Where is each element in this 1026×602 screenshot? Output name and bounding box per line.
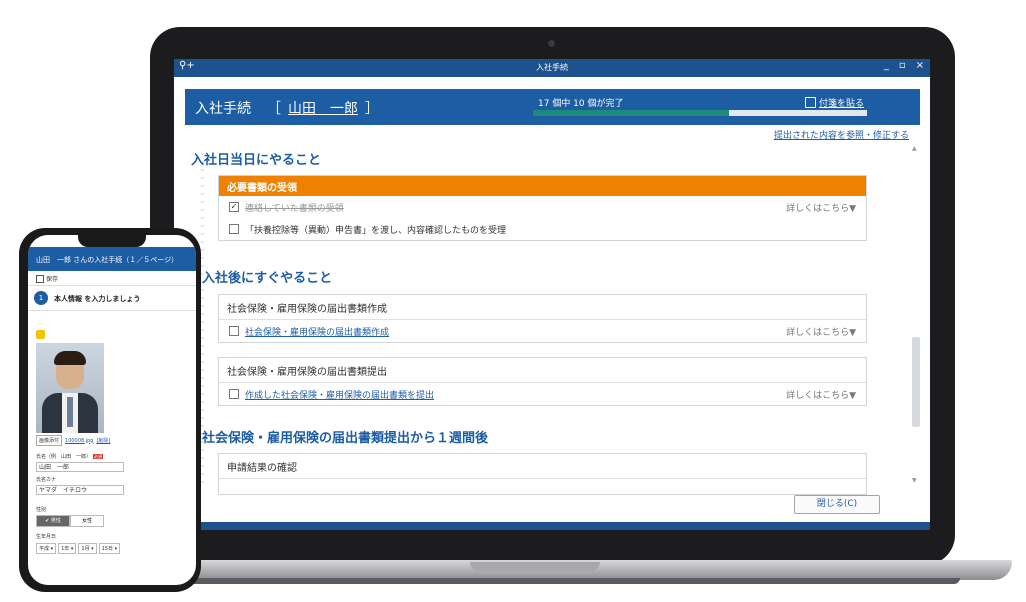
detail-toggle[interactable]: 詳しくはこちら▼ <box>786 201 856 214</box>
task-checkbox[interactable] <box>229 224 239 234</box>
task-checkbox[interactable] <box>229 326 239 336</box>
section-heading-after-joining: 入社後にすぐやること <box>202 271 333 286</box>
progress-text: 17 個中 10 個が完了 <box>538 99 624 109</box>
maximize-icon[interactable]: ▫ <box>899 60 906 71</box>
kana-field[interactable]: ヤマダ イチロウ <box>36 485 124 495</box>
progress-bar-fill <box>533 110 730 116</box>
required-badge: 必須 <box>93 454 104 459</box>
year-select[interactable]: 1年 ▾ <box>58 543 77 554</box>
bracket-open: ［ <box>267 101 281 117</box>
kana-label: 氏名カナ <box>36 477 57 483</box>
card-title: 申請結果の確認 <box>219 454 866 479</box>
phone-toolbar: 保存 <box>28 271 196 286</box>
task-checkbox-checked[interactable]: ✓ <box>229 202 239 212</box>
card-title: 社会保険・雇用保険の届出書類提出 <box>219 358 866 383</box>
laptop-screen: ⚲+ 入社手続 _ ▫ × 入社手続 ［ 山田 一郎 ］ 17 個中 10 個が… <box>174 59 930 530</box>
card-insurance-create: 社会保険・雇用保険の届出書類作成 社会保険・雇用保険の届出書類作成 詳しくはこち… <box>218 294 867 343</box>
save-button[interactable]: 保存 <box>36 274 58 283</box>
page-header: 入社手続 ［ 山田 一郎 ］ 17 個中 10 個が完了 付箋を貼る <box>185 89 920 125</box>
sticky-note-icon <box>805 97 816 108</box>
close-button[interactable]: 閉じる(C) <box>794 495 880 514</box>
task-text: 連絡していた書類の受領 <box>245 204 344 214</box>
close-icon[interactable]: × <box>916 60 924 71</box>
birthdate-label: 生年月日 <box>36 534 57 540</box>
step-banner: 1 本人情報 を入力しましょう <box>28 286 196 311</box>
minimize-icon[interactable]: _ <box>884 60 889 71</box>
task-text: 「扶養控除等（異動）申告書」を渡し、内容確認したものを受理 <box>245 226 507 236</box>
page-title: 入社手続 <box>195 101 251 117</box>
birthdate-selects: 平成 ▾ 1年 ▾ 1月 ▾ 15日 ▾ <box>36 543 121 554</box>
task-row: 「扶養控除等（異動）申告書」を渡し、内容確認したものを受理 <box>219 218 866 240</box>
sticky-note-button[interactable]: 付箋を貼る <box>805 96 864 109</box>
detail-toggle[interactable]: 詳しくはこちら▼ <box>786 325 856 338</box>
save-icon <box>36 274 44 283</box>
scroll-up-icon[interactable]: ▲ <box>912 145 917 152</box>
card-insurance-submit: 社会保険・雇用保険の届出書類提出 作成した社会保険・雇用保険の届出書類を提出 詳… <box>218 357 867 406</box>
window-footer <box>174 522 930 530</box>
name-label-text: 氏名（例 山田 一郎） <box>36 454 92 460</box>
laptop-base-notch <box>470 562 600 572</box>
task-link[interactable]: 作成した社会保険・雇用保険の届出書類を提出 <box>245 388 434 401</box>
card-title: 社会保険・雇用保険の届出書類作成 <box>219 295 866 320</box>
task-list: ⌄ ⌄ ⌄ ⌄ ⌄ ⌄ ⌄ ⌄ ⌄ ⌄ ⌄ ⌄ ⌄ ⌄ ⌄ ⌄ ⌄ ⌄ ⌄ ⌄ ⌄ ⌄ ⌄ ⌄ ⌄ ⌄ ⌄ ⌄ ⌄ ⌄ ⌄ ⌄ ⌄ ⌄ ⌄ ⌄ ⌄ ⌄ ⌄ ⌄… <box>174 141 911 516</box>
detail-toggle[interactable]: 詳しくはこちら▼ <box>786 388 856 401</box>
bracket-close: ］ <box>365 101 379 117</box>
card-result-check: 申請結果の確認 <box>218 453 867 495</box>
profile-photo <box>36 343 104 433</box>
gender-male-option[interactable]: ✔ 男性 <box>36 515 70 527</box>
phone-header-title: 山田 一郎 さんの入社手続（１／５ページ） <box>36 256 179 264</box>
window-titlebar: ⚲+ 入社手続 _ ▫ × <box>174 59 930 77</box>
phone-screen: 山田 一郎 さんの入社手続（１／５ページ） 保存 1 本人情報 を入力しましょう… <box>28 235 196 585</box>
laptop-camera <box>548 40 555 47</box>
task-link[interactable]: 社会保険・雇用保険の届出書類作成 <box>245 325 389 338</box>
era-select[interactable]: 平成 ▾ <box>36 543 57 554</box>
photo-tie <box>67 397 73 427</box>
save-label: 保存 <box>46 276 59 283</box>
file-delete-link[interactable]: [削除] <box>96 437 110 444</box>
month-select[interactable]: 1月 ▾ <box>78 543 97 554</box>
card-required-documents: 必要書類の受領 ✓ 連絡していた書類の受領 詳しくはこちら▼ 「扶養控除等（異動… <box>218 175 867 241</box>
day-select[interactable]: 15日 ▾ <box>98 543 121 554</box>
gender-toggle: ✔ 男性 女性 <box>36 515 104 527</box>
scroll-down-icon[interactable]: ▼ <box>912 477 917 484</box>
phone-header: 山田 一郎 さんの入社手続（１／５ページ） <box>28 247 196 271</box>
gender-label: 性別 <box>36 507 47 513</box>
card-title: 必要書類の受領 <box>219 176 866 196</box>
employee-name-link[interactable]: 山田 一郎 <box>288 98 358 118</box>
task-checkbox[interactable] <box>229 389 239 399</box>
warning-icon <box>36 330 45 339</box>
step-text: 本人情報 を入力しましょう <box>54 295 141 303</box>
step-number-badge: 1 <box>34 291 48 305</box>
reference-link[interactable]: 提出された内容を参照・修正する <box>774 128 909 141</box>
attach-image-button[interactable]: 画像添付 <box>36 435 63 446</box>
name-field[interactable]: 山田 一郎 <box>36 462 124 472</box>
photo-hair <box>54 351 86 365</box>
gender-female-option[interactable]: 女性 <box>70 515 104 527</box>
section-heading-day-of-joining: 入社日当日にやること <box>191 153 322 168</box>
window-title: 入社手続 <box>536 63 568 72</box>
phone-notch <box>78 235 146 247</box>
file-row: 画像添付 100008.jpg [削除] <box>36 435 110 446</box>
name-label: 氏名（例 山田 一郎） 必須 <box>36 453 104 460</box>
file-name-link[interactable]: 100008.jpg <box>65 438 93 444</box>
vertical-scrollbar[interactable]: ▲ ▼ <box>912 145 920 485</box>
task-row: ✓ 連絡していた書類の受領 詳しくはこちら▼ <box>219 196 866 218</box>
sticky-note-label: 付箋を貼る <box>819 99 865 109</box>
laptop-foot <box>120 578 960 584</box>
scrollbar-thumb[interactable] <box>912 337 920 427</box>
section-heading-one-week-after: 社会保険・雇用保険の届出書類提出から１週間後 <box>202 431 489 446</box>
progress-bar <box>533 110 867 116</box>
task-row: 作成した社会保険・雇用保険の届出書類を提出 詳しくはこちら▼ <box>219 383 866 405</box>
task-row: 社会保険・雇用保険の届出書類作成 詳しくはこちら▼ <box>219 320 866 342</box>
